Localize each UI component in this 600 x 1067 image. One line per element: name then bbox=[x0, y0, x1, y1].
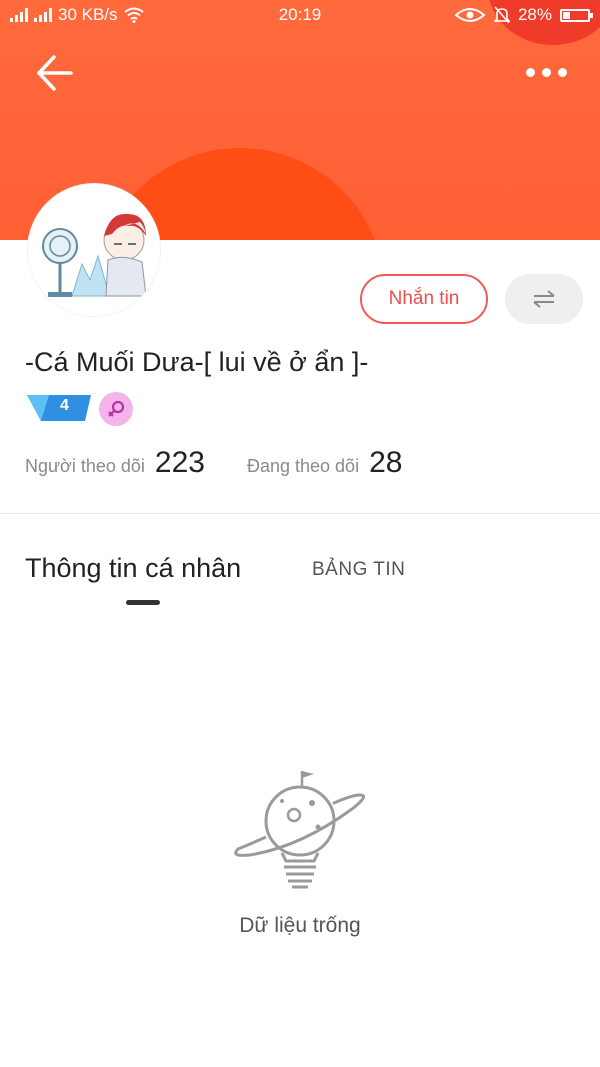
battery-icon bbox=[560, 8, 593, 22]
eye-icon bbox=[454, 8, 486, 22]
avatar[interactable] bbox=[28, 184, 160, 316]
back-button[interactable] bbox=[34, 52, 76, 94]
empty-state-text: Dữ liệu trống bbox=[239, 914, 361, 937]
followers-count[interactable]: 223 bbox=[155, 446, 205, 480]
gender-badge bbox=[99, 392, 133, 426]
tab-active-indicator bbox=[126, 600, 160, 605]
swap-arrows-icon bbox=[533, 290, 555, 308]
avatar-image bbox=[28, 184, 160, 316]
level-badge: 4 bbox=[27, 393, 91, 423]
bell-muted-icon bbox=[493, 6, 510, 24]
status-bar: 30 KB/s 20:19 28% bbox=[0, 0, 600, 32]
more-options-button[interactable] bbox=[516, 58, 576, 86]
tab-news-feed[interactable]: BẢNG TIN bbox=[312, 559, 405, 581]
follow-stats: Người theo dõi 223 Đang theo dõi 28 bbox=[25, 446, 402, 486]
profile-screen: 30 KB/s 20:19 28% Nhắn tin -Cá Muối Dưa-… bbox=[0, 0, 600, 1067]
planet-bulb-icon bbox=[234, 771, 366, 889]
section-divider bbox=[0, 513, 600, 514]
more-dots-icon bbox=[525, 67, 535, 77]
level-badge-icon bbox=[27, 395, 91, 421]
battery-percent: 28% bbox=[517, 5, 552, 24]
followers-label: Người theo dõi bbox=[25, 456, 145, 476]
following-count[interactable]: 28 bbox=[369, 446, 402, 480]
female-icon bbox=[108, 400, 125, 417]
following-label: Đang theo dõi bbox=[246, 456, 360, 476]
message-button[interactable]: Nhắn tin bbox=[360, 274, 488, 324]
arrow-left-icon bbox=[37, 55, 73, 91]
profile-name: -Cá Muối Dưa-[ lui về ở ẩn ]- bbox=[25, 347, 369, 377]
switch-button[interactable] bbox=[505, 274, 583, 324]
level-number: 4 bbox=[60, 397, 69, 414]
tab-personal-info[interactable]: Thông tin cá nhân bbox=[25, 553, 241, 584]
empty-state-illustration bbox=[230, 765, 370, 895]
